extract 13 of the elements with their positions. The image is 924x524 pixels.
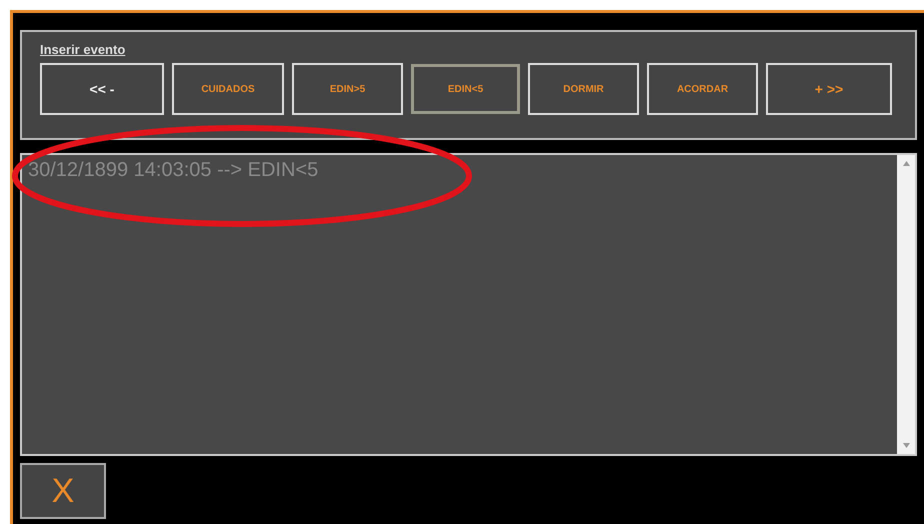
log-entry: 30/12/1899 14:03:05 --> EDIN<5 [28,159,320,182]
scroll-down-icon[interactable] [902,443,910,448]
close-button[interactable]: X [20,463,106,519]
event-button[interactable]: CUIDADOS [172,63,284,115]
event-button[interactable]: EDIN>5 [292,63,403,115]
next-button[interactable]: + >> [766,63,892,115]
panel-title: Inserir evento [40,42,126,57]
scroll-up-icon[interactable] [902,161,910,166]
event-button[interactable]: DORMIR [528,63,639,115]
event-button[interactable]: ACORDAR [647,63,758,115]
scrollbar[interactable] [897,155,915,454]
previous-button[interactable]: << - [40,63,164,115]
event-button[interactable]: EDIN<5 [411,64,520,114]
